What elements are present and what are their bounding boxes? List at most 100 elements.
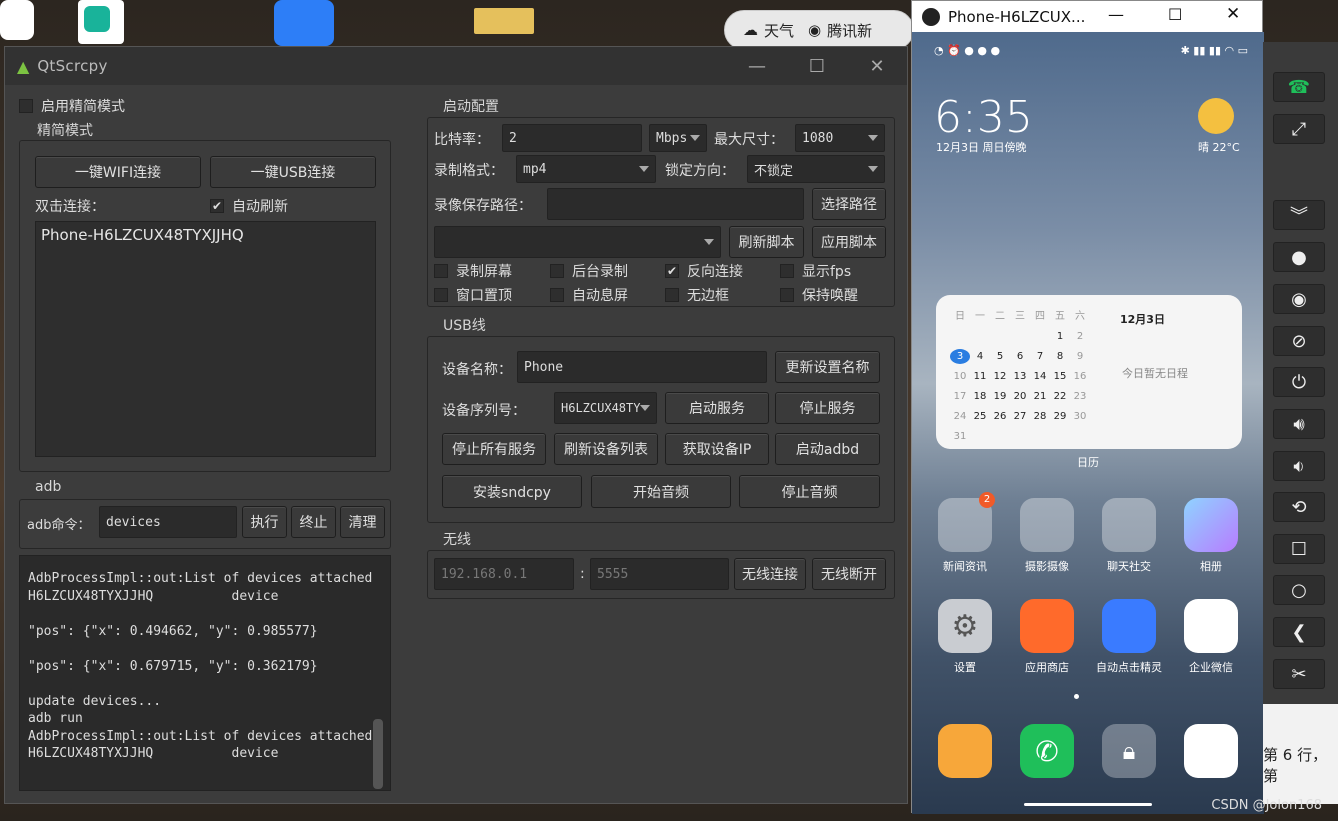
- apply-script-button[interactable]: 应用脚本: [812, 226, 886, 258]
- calendar-day[interactable]: 24: [950, 409, 970, 424]
- close-button[interactable]: ✕: [1226, 4, 1240, 24]
- start-audio-button[interactable]: 开始音频: [591, 475, 731, 508]
- app-news[interactable]: 2 新闻资讯: [925, 492, 1005, 574]
- desktop-shortcut-icon[interactable]: [274, 0, 334, 46]
- save-path-input[interactable]: [547, 188, 804, 220]
- calendar-day[interactable]: 15: [1050, 369, 1070, 384]
- wireless-connect-button[interactable]: 无线连接: [734, 558, 806, 590]
- terminate-button[interactable]: 终止: [291, 506, 336, 538]
- expand-down-icon[interactable]: ︾: [1273, 200, 1325, 230]
- calendar-day[interactable]: 2: [1070, 329, 1090, 344]
- calendar-day[interactable]: 4: [970, 349, 990, 364]
- home-indicator[interactable]: [1024, 803, 1152, 806]
- desktop-reader-icon[interactable]: [78, 0, 124, 44]
- show-fps-checkbox[interactable]: 显示fps: [780, 261, 851, 281]
- calendar-day[interactable]: [1030, 329, 1050, 344]
- stop-service-button[interactable]: 停止服务: [775, 392, 880, 424]
- ip-input[interactable]: 192.168.0.1: [434, 558, 574, 590]
- calendar-day[interactable]: 7: [1030, 349, 1050, 364]
- record-format-select[interactable]: mp4: [516, 155, 656, 183]
- calendar-day[interactable]: 6: [1010, 349, 1030, 364]
- calendar-day[interactable]: 13: [1010, 369, 1030, 384]
- calendar-day[interactable]: 31: [950, 429, 970, 444]
- wifi-connect-button[interactable]: 一键WIFI连接: [35, 156, 201, 188]
- calendar-day[interactable]: 8: [1050, 349, 1070, 364]
- refresh-script-button[interactable]: 刷新脚本: [729, 226, 804, 258]
- calendar-day[interactable]: 21: [1030, 389, 1050, 404]
- back-icon[interactable]: ❮: [1273, 617, 1325, 647]
- calendar-day[interactable]: 26: [990, 409, 1010, 424]
- adb-cmd-input[interactable]: devices: [99, 506, 237, 538]
- maximize-button[interactable]: ☐: [787, 47, 847, 85]
- choose-path-button[interactable]: 选择路径: [812, 188, 886, 220]
- phone-titlebar[interactable]: Phone-H6LZCUX... — ☐ ✕: [912, 1, 1262, 32]
- lock-orientation-select[interactable]: 不锁定: [747, 155, 885, 183]
- calendar-day[interactable]: 12: [990, 369, 1010, 384]
- calendar-day[interactable]: [950, 329, 970, 344]
- calendar-day[interactable]: 25: [970, 409, 990, 424]
- device-list[interactable]: Phone-H6LZCUX48TYXJJHQ: [35, 221, 376, 457]
- clear-button[interactable]: 清理: [340, 506, 385, 538]
- phone-icon[interactable]: ☎: [1273, 72, 1325, 102]
- eye-off-icon[interactable]: ⊘: [1273, 326, 1325, 356]
- start-adbd-button[interactable]: 启动adbd: [775, 433, 880, 465]
- refresh-device-list-button[interactable]: 刷新设备列表: [554, 433, 658, 465]
- power-icon[interactable]: ⏻: [1273, 367, 1325, 397]
- calendar-day[interactable]: [970, 329, 990, 344]
- reverse-connect-checkbox[interactable]: ✔ 反向连接: [665, 261, 743, 281]
- calendar-day[interactable]: [990, 329, 1010, 344]
- frameless-checkbox[interactable]: 无边框: [665, 285, 729, 305]
- serial-select[interactable]: H6LZCUX48TY: [554, 392, 657, 424]
- max-size-select[interactable]: 1080: [795, 124, 885, 152]
- app-auto-clicker[interactable]: 自动点击精灵: [1089, 599, 1169, 675]
- usb-connect-button[interactable]: 一键USB连接: [210, 156, 376, 188]
- square-icon[interactable]: ☐: [1273, 534, 1325, 564]
- calendar-day[interactable]: 20: [1010, 389, 1030, 404]
- calendar-day[interactable]: 19: [990, 389, 1010, 404]
- log-scrollbar[interactable]: [373, 719, 383, 789]
- wireless-disconnect-button[interactable]: 无线断开: [812, 558, 886, 590]
- calendar-day[interactable]: 14: [1030, 369, 1050, 384]
- stop-audio-button[interactable]: 停止音频: [739, 475, 880, 508]
- script-select[interactable]: [434, 226, 721, 258]
- rotate-icon[interactable]: ⟲: [1273, 492, 1325, 522]
- record-icon[interactable]: ●: [1273, 242, 1325, 272]
- phone-screen[interactable]: ◔ ⏰ ● ● ● ✱ ▮▮ ▮▮ ◠ ▭ 6:35 12月3日 周日傍晚 晴 …: [912, 32, 1264, 814]
- scissors-icon[interactable]: ✂: [1273, 659, 1325, 689]
- eye-icon[interactable]: ◉: [1273, 284, 1325, 314]
- app-wecom[interactable]: 企业微信: [1171, 599, 1251, 675]
- install-sndcpy-button[interactable]: 安装sndcpy: [442, 475, 582, 508]
- app-settings[interactable]: ⚙ 设置: [925, 599, 1005, 675]
- calendar-day[interactable]: 11: [970, 369, 990, 384]
- calendar-day[interactable]: 23: [1070, 389, 1090, 404]
- dock-browser[interactable]: [1171, 724, 1251, 778]
- close-button[interactable]: ✕: [847, 47, 907, 85]
- calendar-day[interactable]: 1: [1050, 329, 1070, 344]
- minimize-button[interactable]: —: [1108, 5, 1124, 24]
- port-input[interactable]: 5555: [590, 558, 729, 590]
- app-gallery[interactable]: 相册: [1171, 498, 1251, 574]
- calendar-day[interactable]: 10: [950, 369, 970, 384]
- calendar-day[interactable]: 18: [970, 389, 990, 404]
- calendar-day[interactable]: 3: [950, 349, 970, 364]
- fullscreen-icon[interactable]: ⤢: [1273, 114, 1325, 144]
- desktop-app-icon[interactable]: [0, 0, 34, 40]
- volume-down-icon[interactable]: 🔉︎: [1273, 451, 1325, 481]
- background-record-checkbox[interactable]: 后台录制: [550, 261, 628, 281]
- calendar-day[interactable]: 22: [1050, 389, 1070, 404]
- calendar-day[interactable]: 28: [1030, 409, 1050, 424]
- dock-lock[interactable]: 🔒︎: [1089, 724, 1169, 778]
- exec-button[interactable]: 执行: [242, 506, 287, 538]
- app-store[interactable]: 应用商店: [1007, 599, 1087, 675]
- auto-screen-off-checkbox[interactable]: 自动息屏: [550, 285, 628, 305]
- calendar-day[interactable]: 29: [1050, 409, 1070, 424]
- bitrate-unit-select[interactable]: Mbps: [649, 124, 707, 152]
- start-service-button[interactable]: 启动服务: [665, 392, 769, 424]
- app-photography[interactable]: 摄影摄像: [1007, 498, 1087, 574]
- stay-awake-checkbox[interactable]: 保持唤醒: [780, 285, 858, 305]
- calendar-day[interactable]: 27: [1010, 409, 1030, 424]
- calendar-day[interactable]: [1010, 329, 1030, 344]
- calendar-day[interactable]: 5: [990, 349, 1010, 364]
- calendar-day[interactable]: 17: [950, 389, 970, 404]
- device-name-input[interactable]: Phone: [517, 351, 767, 383]
